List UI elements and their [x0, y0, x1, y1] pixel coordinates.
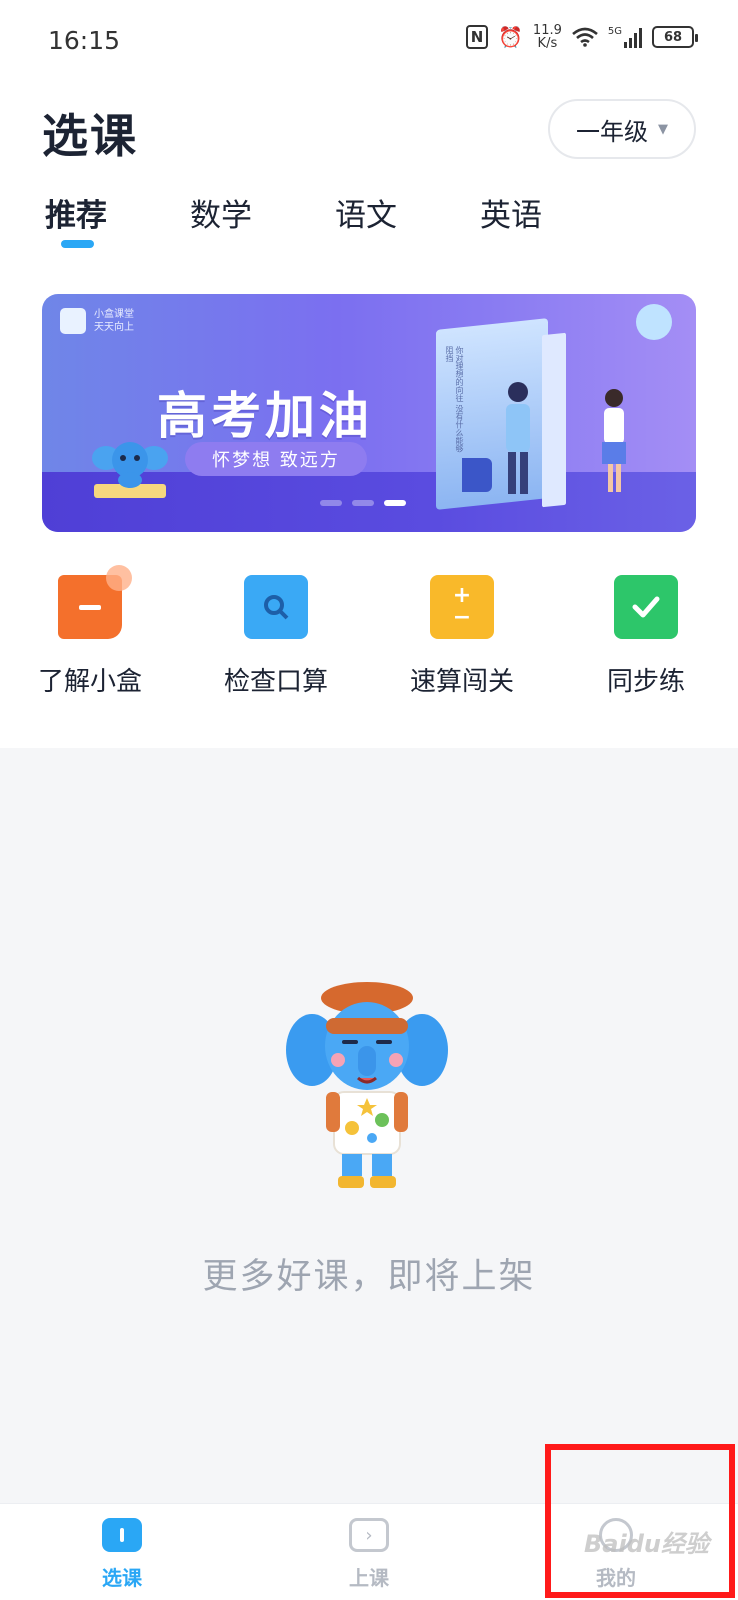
brand-logo-icon	[60, 308, 86, 334]
nav-item-attend-class[interactable]: › 上课	[309, 1518, 429, 1591]
nav-label: 上课	[349, 1566, 389, 1590]
carousel-indicator	[320, 500, 406, 506]
book-icon	[102, 1518, 142, 1552]
shortcut-check-arithmetic[interactable]: 检查口算	[196, 575, 356, 698]
network-speed: 11.9 K/s	[533, 24, 562, 50]
checkmark-book-icon	[614, 575, 678, 639]
banner-title: 高考加油	[157, 387, 373, 445]
shortcut-label: 速算闯关	[409, 667, 514, 697]
network-speed-unit: K/s	[537, 36, 558, 51]
status-icons: N ⏰ 11.9 K/s 5G 68	[466, 24, 698, 50]
info-flag-icon	[58, 565, 132, 639]
nfc-icon: N	[466, 25, 489, 49]
subject-tabs: 推荐 数学 语文 英语	[0, 190, 738, 250]
battery-icon: 68	[652, 26, 698, 48]
carousel-dot[interactable]	[320, 500, 342, 506]
shortcut-about-xiaohe[interactable]: 了解小盒	[10, 565, 170, 698]
tab-recommend[interactable]: 推荐	[45, 190, 107, 235]
search-check-icon	[244, 575, 308, 639]
carousel-dot-active[interactable]	[384, 500, 406, 506]
tab-math[interactable]: 数学	[190, 190, 252, 235]
nav-label: 选课	[102, 1566, 142, 1590]
shortcut-grid: 了解小盒 检查口算 + − 速算闯关 同步练	[0, 565, 738, 705]
status-time: 16:15	[48, 26, 121, 55]
alarm-icon: ⏰	[498, 25, 523, 49]
empty-state-message: 更多好课，即将上架	[202, 1257, 536, 1297]
shortcut-label: 检查口算	[223, 667, 328, 697]
elephant-mascot-illustration	[286, 982, 448, 1188]
shortcut-label: 同步练	[606, 667, 685, 697]
active-tab-indicator	[61, 240, 94, 248]
network-type: 5G	[607, 26, 622, 37]
banner-logo-text: 小盒课堂 天天向上	[94, 308, 134, 334]
banner-logo-line-1: 小盒课堂	[94, 309, 134, 320]
grade-selector-label: 一年级	[576, 117, 648, 146]
highlight-annotation	[545, 1444, 735, 1598]
tab-chinese[interactable]: 语文	[335, 190, 397, 235]
grade-selector[interactable]: 一年级 ▼	[548, 99, 696, 159]
status-bar: 16:15 N ⏰ 11.9 K/s 5G 68	[0, 0, 738, 80]
caret-down-icon: ▼	[658, 121, 668, 137]
tab-english[interactable]: 英语	[480, 190, 542, 235]
decorative-ball	[636, 304, 672, 340]
play-icon: ›	[349, 1518, 389, 1552]
promo-banner[interactable]: 小盒课堂 天天向上 你对理想的向往 没有什么能够阻挡 高考加油 怀梦想 致远方	[42, 294, 696, 532]
banner-logo-line-2: 天天向上	[94, 322, 134, 333]
shortcut-label: 了解小盒	[37, 667, 142, 697]
signal-icon: 5G	[608, 26, 642, 48]
page-title: 选课	[42, 109, 138, 163]
calculator-icon: + −	[430, 575, 494, 639]
students-illustration	[462, 382, 626, 494]
carousel-dot[interactable]	[352, 500, 374, 506]
banner-subtitle: 怀梦想 致远方	[185, 442, 367, 476]
shortcut-speed-challenge[interactable]: + − 速算闯关	[382, 575, 542, 698]
wifi-icon	[572, 27, 598, 47]
shortcut-sync-practice[interactable]: 同步练	[566, 575, 726, 698]
banner-book-text: 你对理想的向往 没有什么能够阻挡	[445, 346, 464, 453]
nav-item-course-select[interactable]: 选课	[62, 1518, 182, 1591]
